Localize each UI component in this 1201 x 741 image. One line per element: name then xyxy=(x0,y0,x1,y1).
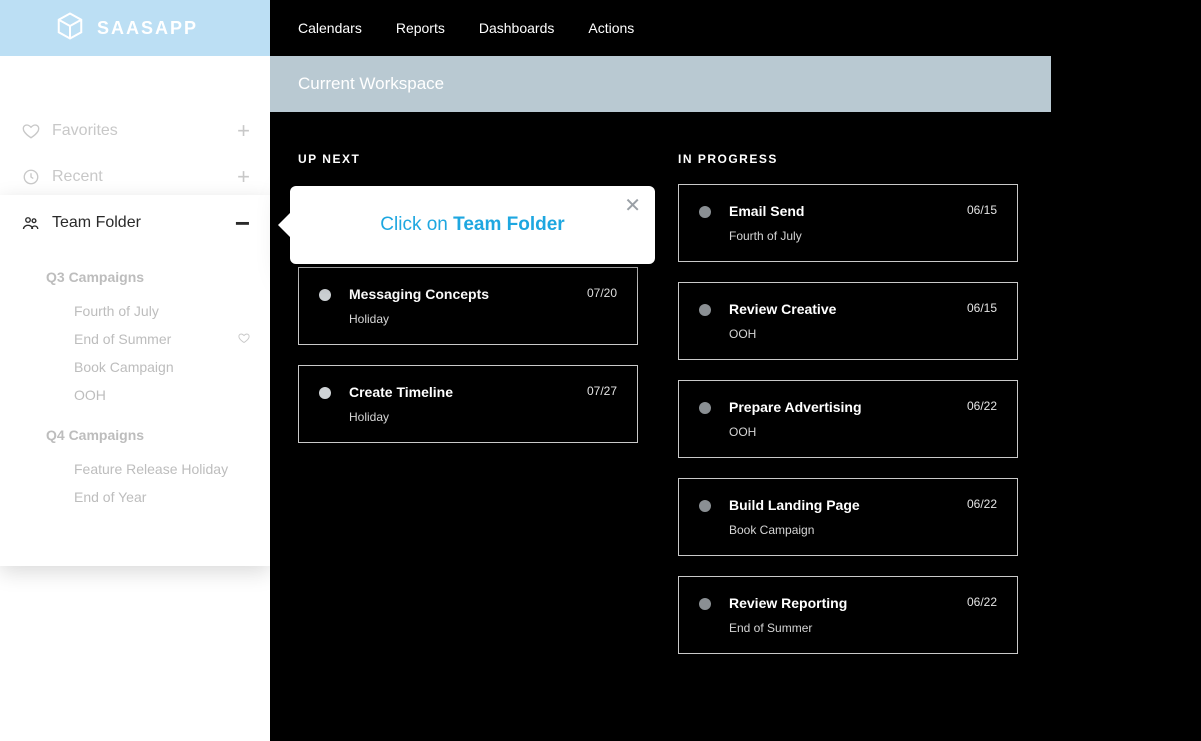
card-subtitle: OOH xyxy=(729,425,997,439)
card-title: Build Landing Page xyxy=(729,497,860,513)
workspace-title-bar: Current Workspace xyxy=(270,56,1051,112)
favorites-label: Favorites xyxy=(52,122,237,140)
card-title: Email Send xyxy=(729,203,804,219)
task-card[interactable]: Build Landing Page Book Campaign 06/22 xyxy=(678,478,1018,556)
nav-actions[interactable]: Actions xyxy=(588,20,634,36)
card-title: Prepare Advertising xyxy=(729,399,862,415)
group-title[interactable]: Q4 Campaigns xyxy=(46,427,250,443)
task-card[interactable]: Review Reporting End of Summer 06/22 xyxy=(678,576,1018,654)
recent-label: Recent xyxy=(52,168,237,186)
card-date: 07/27 xyxy=(587,384,617,398)
sidebar-sub-item[interactable]: End of Year xyxy=(46,483,250,511)
nav-reports[interactable]: Reports xyxy=(396,20,445,36)
workspace-title: Current Workspace xyxy=(298,74,444,94)
team-folder-label: Team Folder xyxy=(52,214,235,232)
card-date: 06/22 xyxy=(967,595,997,609)
column-heading: UP NEXT xyxy=(298,152,638,166)
heart-icon xyxy=(20,122,42,140)
column-heading: IN PROGRESS xyxy=(678,152,1018,166)
status-dot-icon xyxy=(699,402,711,414)
plus-icon[interactable]: + xyxy=(237,166,250,188)
card-date: 06/22 xyxy=(967,497,997,511)
people-icon xyxy=(20,214,42,232)
nav-calendars[interactable]: Calendars xyxy=(298,20,362,36)
plus-icon[interactable]: + xyxy=(237,120,250,142)
status-dot-icon xyxy=(319,289,331,301)
clock-icon xyxy=(20,168,42,186)
sidebar-item-team-folder[interactable]: Team Folder − xyxy=(20,195,250,251)
sidebar-sub-item[interactable]: Feature Release Holiday xyxy=(46,455,250,483)
nav-dashboards[interactable]: Dashboards xyxy=(479,20,555,36)
sidebar-sub-item[interactable]: OOH xyxy=(46,381,250,409)
card-subtitle: End of Summer xyxy=(729,621,997,635)
minus-icon[interactable]: − xyxy=(235,210,250,236)
app-name: SAASAPP xyxy=(97,18,198,39)
task-card[interactable]: Messaging Concepts Holiday 07/20 xyxy=(298,267,638,345)
hint-popover: Click on Team Folder ✕ xyxy=(290,186,655,264)
status-dot-icon xyxy=(699,206,711,218)
status-dot-icon xyxy=(699,500,711,512)
sidebar-group-q3: Q3 Campaigns Fourth of July End of Summe… xyxy=(20,269,250,409)
status-dot-icon xyxy=(319,387,331,399)
main: Calendars Reports Dashboards Actions Cur… xyxy=(270,0,1201,741)
close-icon[interactable]: ✕ xyxy=(624,196,641,216)
status-dot-icon xyxy=(699,598,711,610)
sidebar-sub-item[interactable]: End of Summer xyxy=(46,325,250,353)
card-date: 06/15 xyxy=(967,301,997,315)
card-title: Review Creative xyxy=(729,301,836,317)
popover-highlight: Team Folder xyxy=(453,214,565,235)
sidebar-sub-item[interactable]: Fourth of July xyxy=(46,297,250,325)
sidebar-item-recent[interactable]: Recent + xyxy=(20,154,250,200)
sidebar-group-q4: Q4 Campaigns Feature Release Holiday End… xyxy=(20,427,250,511)
column-in-progress: IN PROGRESS Email Send Fourth of July 06… xyxy=(678,152,1018,674)
logo-bar: SAASAPP xyxy=(0,0,270,56)
card-date: 07/20 xyxy=(587,286,617,300)
card-date: 06/22 xyxy=(967,399,997,413)
card-subtitle: Holiday xyxy=(349,312,617,326)
cube-icon xyxy=(55,11,85,46)
task-card[interactable]: Create Timeline Holiday 07/27 xyxy=(298,365,638,443)
task-card[interactable]: Review Creative OOH 06/15 xyxy=(678,282,1018,360)
card-title: Messaging Concepts xyxy=(349,286,489,302)
card-title: Create Timeline xyxy=(349,384,453,400)
card-date: 06/15 xyxy=(967,203,997,217)
sidebar-sub-item[interactable]: Book Campaign xyxy=(46,353,250,381)
card-title: Review Reporting xyxy=(729,595,847,611)
sidebar-item-favorites[interactable]: Favorites + xyxy=(20,108,250,154)
card-subtitle: Fourth of July xyxy=(729,229,997,243)
sidebar: SAASAPP Favorites + Recent + xyxy=(0,0,270,741)
topnav: Calendars Reports Dashboards Actions xyxy=(270,0,1201,56)
card-subtitle: OOH xyxy=(729,327,997,341)
card-subtitle: Holiday xyxy=(349,410,617,424)
status-dot-icon xyxy=(699,304,711,316)
card-subtitle: Book Campaign xyxy=(729,523,997,537)
popover-text: Click on xyxy=(380,214,453,235)
group-title[interactable]: Q3 Campaigns xyxy=(46,269,250,285)
heart-icon[interactable] xyxy=(238,325,250,353)
task-card[interactable]: Email Send Fourth of July 06/15 xyxy=(678,184,1018,262)
sidebar-active-panel: Team Folder − Q3 Campaigns Fourth of Jul… xyxy=(0,195,270,566)
task-card[interactable]: Prepare Advertising OOH 06/22 xyxy=(678,380,1018,458)
